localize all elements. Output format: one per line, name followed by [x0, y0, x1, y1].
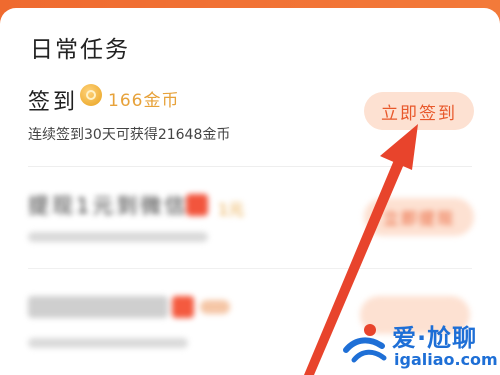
wechat-red-envelope-icon [186, 194, 208, 216]
coin-icon [80, 84, 102, 106]
watermark: 爱·尬聊 igaliao.com [340, 318, 500, 375]
task-description: 连续签到30天可获得21648金币 [28, 127, 231, 143]
watermark-domain: igaliao.com [394, 350, 498, 369]
withdraw-button[interactable]: 立即提现 [364, 198, 474, 236]
task-reward [200, 300, 230, 314]
divider [28, 268, 472, 269]
task-title: 提现1元到微信 [28, 194, 189, 218]
checkin-button[interactable]: 立即签到 [364, 92, 474, 130]
task-reward: 166金币 [108, 91, 180, 111]
watermark-text: 爱·尬聊 [392, 324, 478, 352]
task-description [28, 338, 188, 348]
task-title: 签到 [28, 90, 79, 115]
divider [28, 166, 472, 167]
watermark-logo-icon [343, 324, 387, 363]
task-description [28, 232, 208, 242]
task-reward: 1元 [218, 200, 245, 219]
task-title [28, 296, 168, 318]
card-title: 日常任务 [30, 37, 130, 63]
red-envelope-icon [172, 296, 194, 318]
